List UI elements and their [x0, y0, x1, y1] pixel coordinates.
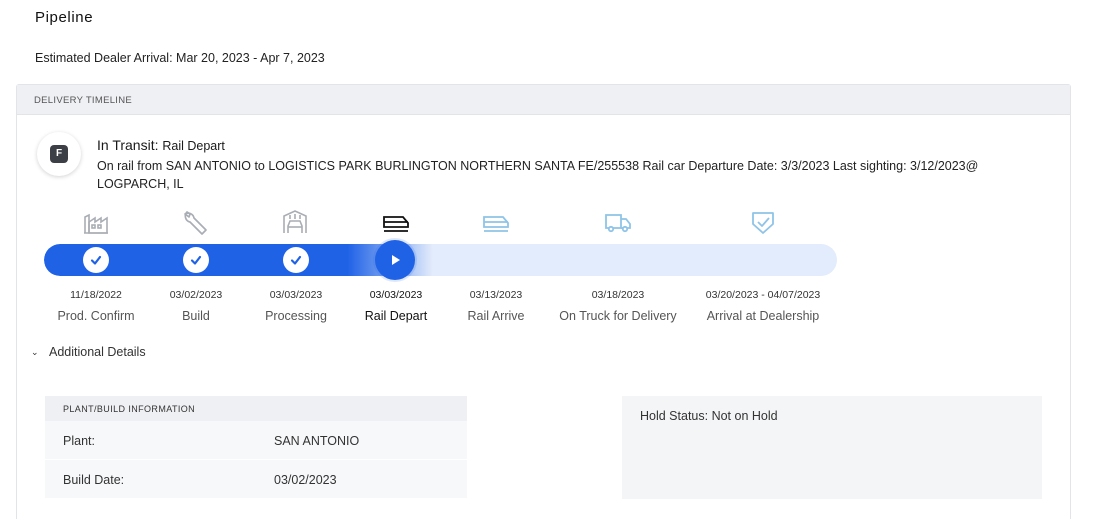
check-icon — [83, 247, 109, 273]
progress-track — [44, 244, 837, 276]
badge-letter: F — [50, 145, 68, 163]
stage-date: 03/13/2023 — [469, 289, 523, 301]
chevron-down-icon: ⌄ — [31, 347, 39, 357]
factory-icon — [81, 207, 111, 237]
stage-name: On Truck for Delivery — [559, 309, 677, 323]
additional-details-toggle[interactable]: ⌄ Additional Details — [31, 345, 146, 359]
train-icon — [381, 207, 411, 237]
shield-check-icon — [748, 207, 778, 237]
wrench-icon — [180, 207, 210, 237]
delivery-timeline-panel: DELIVERY TIMELINE F In Transit: Rail Dep… — [16, 84, 1071, 519]
eta-value: Mar 20, 2023 - Apr 7, 2023 — [176, 51, 325, 65]
status-badge: F — [37, 132, 81, 176]
plant-build-header: PLANT/BUILD INFORMATION — [45, 396, 467, 421]
stage-name: Arrival at Dealership — [706, 309, 820, 323]
stage-date: 03/20/2023 - 04/07/2023 — [705, 289, 821, 301]
row-key: Build Date: — [63, 473, 125, 487]
transit-detail: On rail from SAN ANTONIO to LOGISTICS PA… — [97, 159, 979, 191]
status-sub: Rail Depart — [162, 139, 225, 153]
train-icon — [481, 207, 511, 237]
hold-status: Hold Status: Not on Hold — [640, 409, 778, 423]
play-icon — [375, 240, 415, 280]
row-value: SAN ANTONIO — [274, 434, 360, 448]
row-key: Plant: — [63, 434, 95, 448]
panel-header: DELIVERY TIMELINE — [17, 85, 1070, 115]
transit-status: In Transit: Rail Depart — [97, 137, 225, 153]
car-wash-icon — [280, 207, 310, 237]
check-icon — [283, 247, 309, 273]
page-title: Pipeline — [35, 9, 94, 26]
status-label: In Transit: — [97, 137, 159, 153]
details-toggle-label: Additional Details — [49, 345, 146, 359]
hold-status-box: Hold Status: Not on Hold — [622, 396, 1042, 499]
estimated-arrival: Estimated Dealer Arrival: Mar 20, 2023 -… — [35, 51, 325, 65]
eta-label: Estimated Dealer Arrival: — [35, 51, 173, 65]
plant-build-table: PLANT/BUILD INFORMATION Plant: SAN ANTON… — [45, 396, 467, 499]
check-icon — [183, 247, 209, 273]
row-value: 03/02/2023 — [274, 473, 337, 487]
table-row: Plant: SAN ANTONIO — [45, 421, 467, 460]
truck-icon — [603, 207, 633, 237]
table-row: Build Date: 03/02/2023 — [45, 460, 467, 499]
stage-date: 03/18/2023 — [591, 289, 645, 301]
